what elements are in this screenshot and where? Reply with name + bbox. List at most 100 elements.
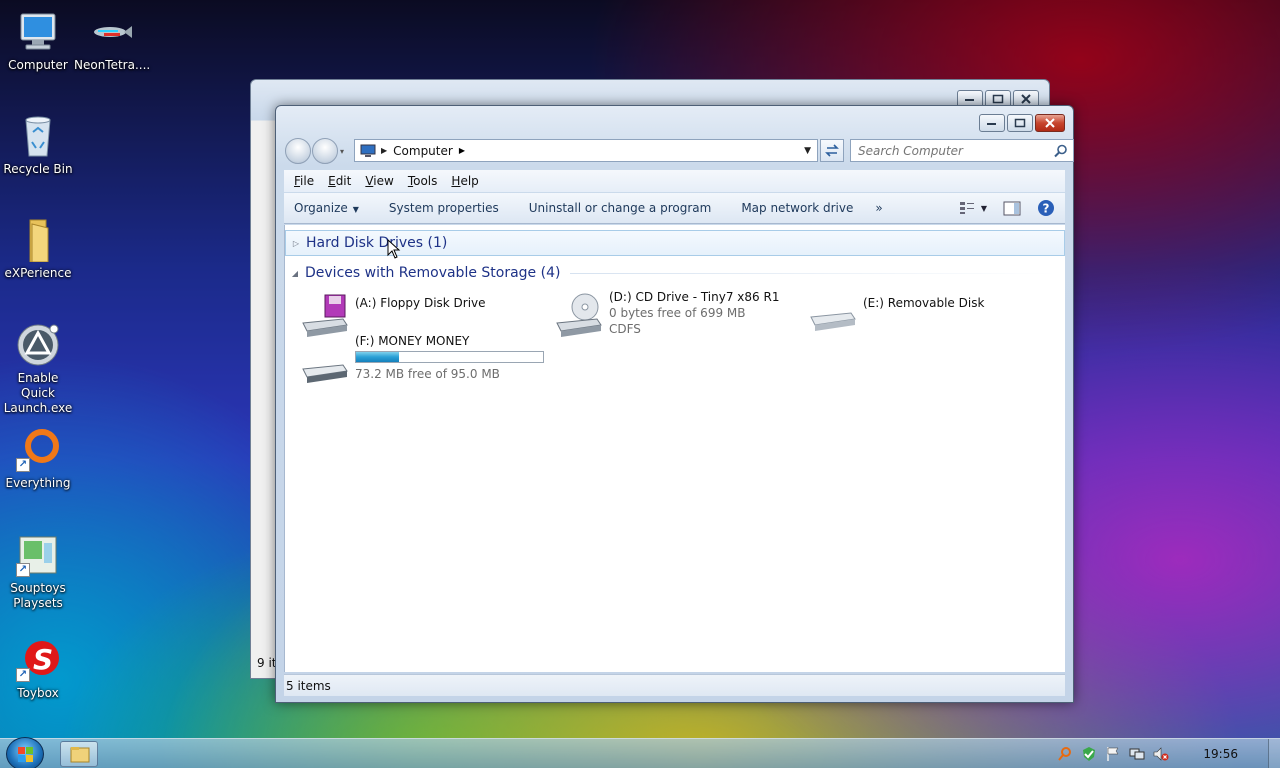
network-icon[interactable]: [1129, 746, 1145, 762]
help-icon[interactable]: ?: [1037, 199, 1055, 217]
group-header-hard-disk[interactable]: ▷ Hard Disk Drives (1): [285, 230, 1065, 256]
drive-name: (D:) CD Drive - Tiny7 x86 R1: [609, 290, 780, 304]
desktop-icon-neontetra[interactable]: NeonTetra....: [74, 10, 150, 73]
menu-view[interactable]: View: [365, 174, 393, 188]
view-controls: ▼ ?: [959, 199, 1055, 217]
background-window-status: 9 it: [257, 656, 277, 670]
quick-launch-icon: [16, 323, 60, 367]
show-desktop-button[interactable]: [1268, 739, 1280, 768]
drive-cd[interactable]: (D:) CD Drive - Tiny7 x86 R1 0 bytes fre…: [555, 290, 795, 343]
action-center-flag-icon[interactable]: [1105, 746, 1121, 762]
preview-pane-icon[interactable]: [1003, 201, 1021, 216]
organize-button[interactable]: Organize ▼: [294, 201, 359, 215]
desktop-icon-computer[interactable]: Computer: [0, 10, 76, 73]
desktop-icon-souptoys[interactable]: ↗ Souptoys Playsets: [0, 533, 76, 611]
navigation-row: ▾ ▶ Computer ▶ ▼: [284, 138, 1074, 164]
drive-name: (A:) Floppy Disk Drive: [355, 296, 486, 310]
desktop-icon-label: Recycle Bin: [3, 162, 73, 176]
group-title: Devices with Removable Storage (4): [305, 265, 561, 281]
shortcut-arrow-icon: ↗: [16, 668, 30, 682]
desktop-icon-label: Souptoys Playsets: [10, 581, 66, 610]
souptoys-icon: ↗: [16, 533, 60, 577]
drive-removable-e[interactable]: (E:) Removable Disk: [809, 293, 1049, 343]
fish-icon: [90, 10, 134, 54]
back-button[interactable]: [285, 138, 311, 164]
command-bar: Organize ▼ System properties Uninstall or…: [284, 193, 1065, 224]
address-bar[interactable]: ▶ Computer ▶ ▼: [354, 139, 818, 162]
drive-name: (F:) MONEY MONEY: [355, 334, 470, 348]
shortcut-arrow-icon: ↗: [16, 563, 30, 577]
desktop-icon-label: NeonTetra....: [74, 58, 151, 72]
shortcut-arrow-icon: ↗: [16, 458, 30, 472]
recycle-bin-icon: [16, 114, 60, 158]
search-icon[interactable]: [1054, 144, 1068, 158]
desktop-icon-quick-launch[interactable]: Enable Quick Launch.exe: [0, 323, 76, 416]
start-button[interactable]: [6, 737, 44, 768]
windows-logo-icon: [18, 747, 33, 762]
desktop-icon-toybox[interactable]: S ↗ Toybox: [0, 638, 76, 701]
capacity-fill: [356, 352, 399, 362]
breadcrumb-separator-icon[interactable]: ▶: [381, 146, 387, 155]
drive-free-space: 0 bytes free of 699 MB: [609, 306, 746, 320]
more-commands-button[interactable]: »: [875, 201, 882, 215]
view-icon: [959, 202, 974, 214]
cd-drive-icon: [556, 293, 602, 337]
map-network-drive-button[interactable]: Map network drive: [741, 201, 853, 215]
breadcrumb-computer[interactable]: Computer: [393, 144, 453, 158]
mouse-cursor-icon: [387, 239, 401, 259]
explorer-window[interactable]: ▾ ▶ Computer ▶ ▼ File Edit View Tools He…: [275, 105, 1074, 703]
drive-money[interactable]: (F:) MONEY MONEY 73.2 MB free of 95.0 MB: [301, 334, 571, 387]
organize-label: Organize: [294, 201, 348, 215]
group-title: Hard Disk Drives (1): [306, 235, 448, 251]
desktop-icon-recycle-bin[interactable]: Recycle Bin: [0, 114, 76, 177]
security-check-icon[interactable]: [1081, 746, 1097, 762]
maximize-button[interactable]: [1007, 114, 1033, 132]
item-count: 5 items: [286, 679, 331, 693]
address-dropdown-icon[interactable]: ▼: [804, 146, 811, 156]
desktop-icon-label: Computer: [8, 58, 68, 72]
close-button[interactable]: [1035, 114, 1065, 132]
search-box[interactable]: [850, 139, 1074, 162]
volume-muted-icon[interactable]: [1153, 746, 1169, 762]
group-divider: [570, 272, 1057, 274]
computer-icon: [16, 10, 60, 54]
minimize-button[interactable]: [979, 114, 1005, 132]
menu-file[interactable]: File: [294, 174, 314, 188]
system-tray: 19:56: [1057, 739, 1280, 768]
computer-icon: [360, 144, 376, 157]
forward-button[interactable]: [312, 138, 338, 164]
content-pane: ▷ Hard Disk Drives (1) ◢ Devices with Re…: [284, 225, 1065, 672]
change-view-button[interactable]: ▼: [959, 201, 987, 215]
expand-arrow-icon[interactable]: ▷: [286, 239, 306, 248]
dropdown-arrow-icon: ▼: [352, 205, 359, 214]
menu-edit[interactable]: Edit: [328, 174, 351, 188]
breadcrumb-separator-icon[interactable]: ▶: [459, 146, 465, 155]
menu-bar: File Edit View Tools Help: [284, 170, 1065, 192]
svg-text:?: ?: [1043, 202, 1050, 216]
collapse-arrow-icon[interactable]: ◢: [285, 269, 305, 278]
desktop-icon-label: eXPerience: [4, 266, 72, 280]
uninstall-program-button[interactable]: Uninstall or change a program: [529, 201, 712, 215]
desktop-icon-label: Everything: [5, 476, 71, 490]
everything-icon: ↗: [16, 428, 60, 472]
desktop-icon-label: Enable Quick Launch.exe: [3, 371, 73, 415]
menu-help[interactable]: Help: [451, 174, 478, 188]
desktop-icon-everything[interactable]: ↗ Everything: [0, 428, 76, 491]
clock[interactable]: 19:56: [1203, 747, 1238, 761]
drive-name: (E:) Removable Disk: [863, 296, 985, 310]
taskbar-explorer-button[interactable]: [60, 741, 98, 767]
capacity-bar: [355, 351, 544, 363]
group-header-removable[interactable]: ◢ Devices with Removable Storage (4): [285, 260, 1065, 286]
search-input[interactable]: [851, 140, 1041, 161]
refresh-button[interactable]: [820, 139, 844, 162]
svg-text:S: S: [33, 643, 53, 676]
chevron-down-icon: ▼: [980, 203, 987, 213]
system-properties-button[interactable]: System properties: [389, 201, 499, 215]
refresh-icon: [825, 144, 839, 157]
recent-pages-icon[interactable]: ▾: [340, 147, 344, 156]
folder-icon: [70, 747, 90, 763]
menu-tools[interactable]: Tools: [408, 174, 438, 188]
toybox-icon: S ↗: [16, 638, 60, 682]
search-tray-icon[interactable]: [1057, 746, 1073, 762]
desktop-icon-experience[interactable]: eXPerience: [0, 218, 76, 281]
